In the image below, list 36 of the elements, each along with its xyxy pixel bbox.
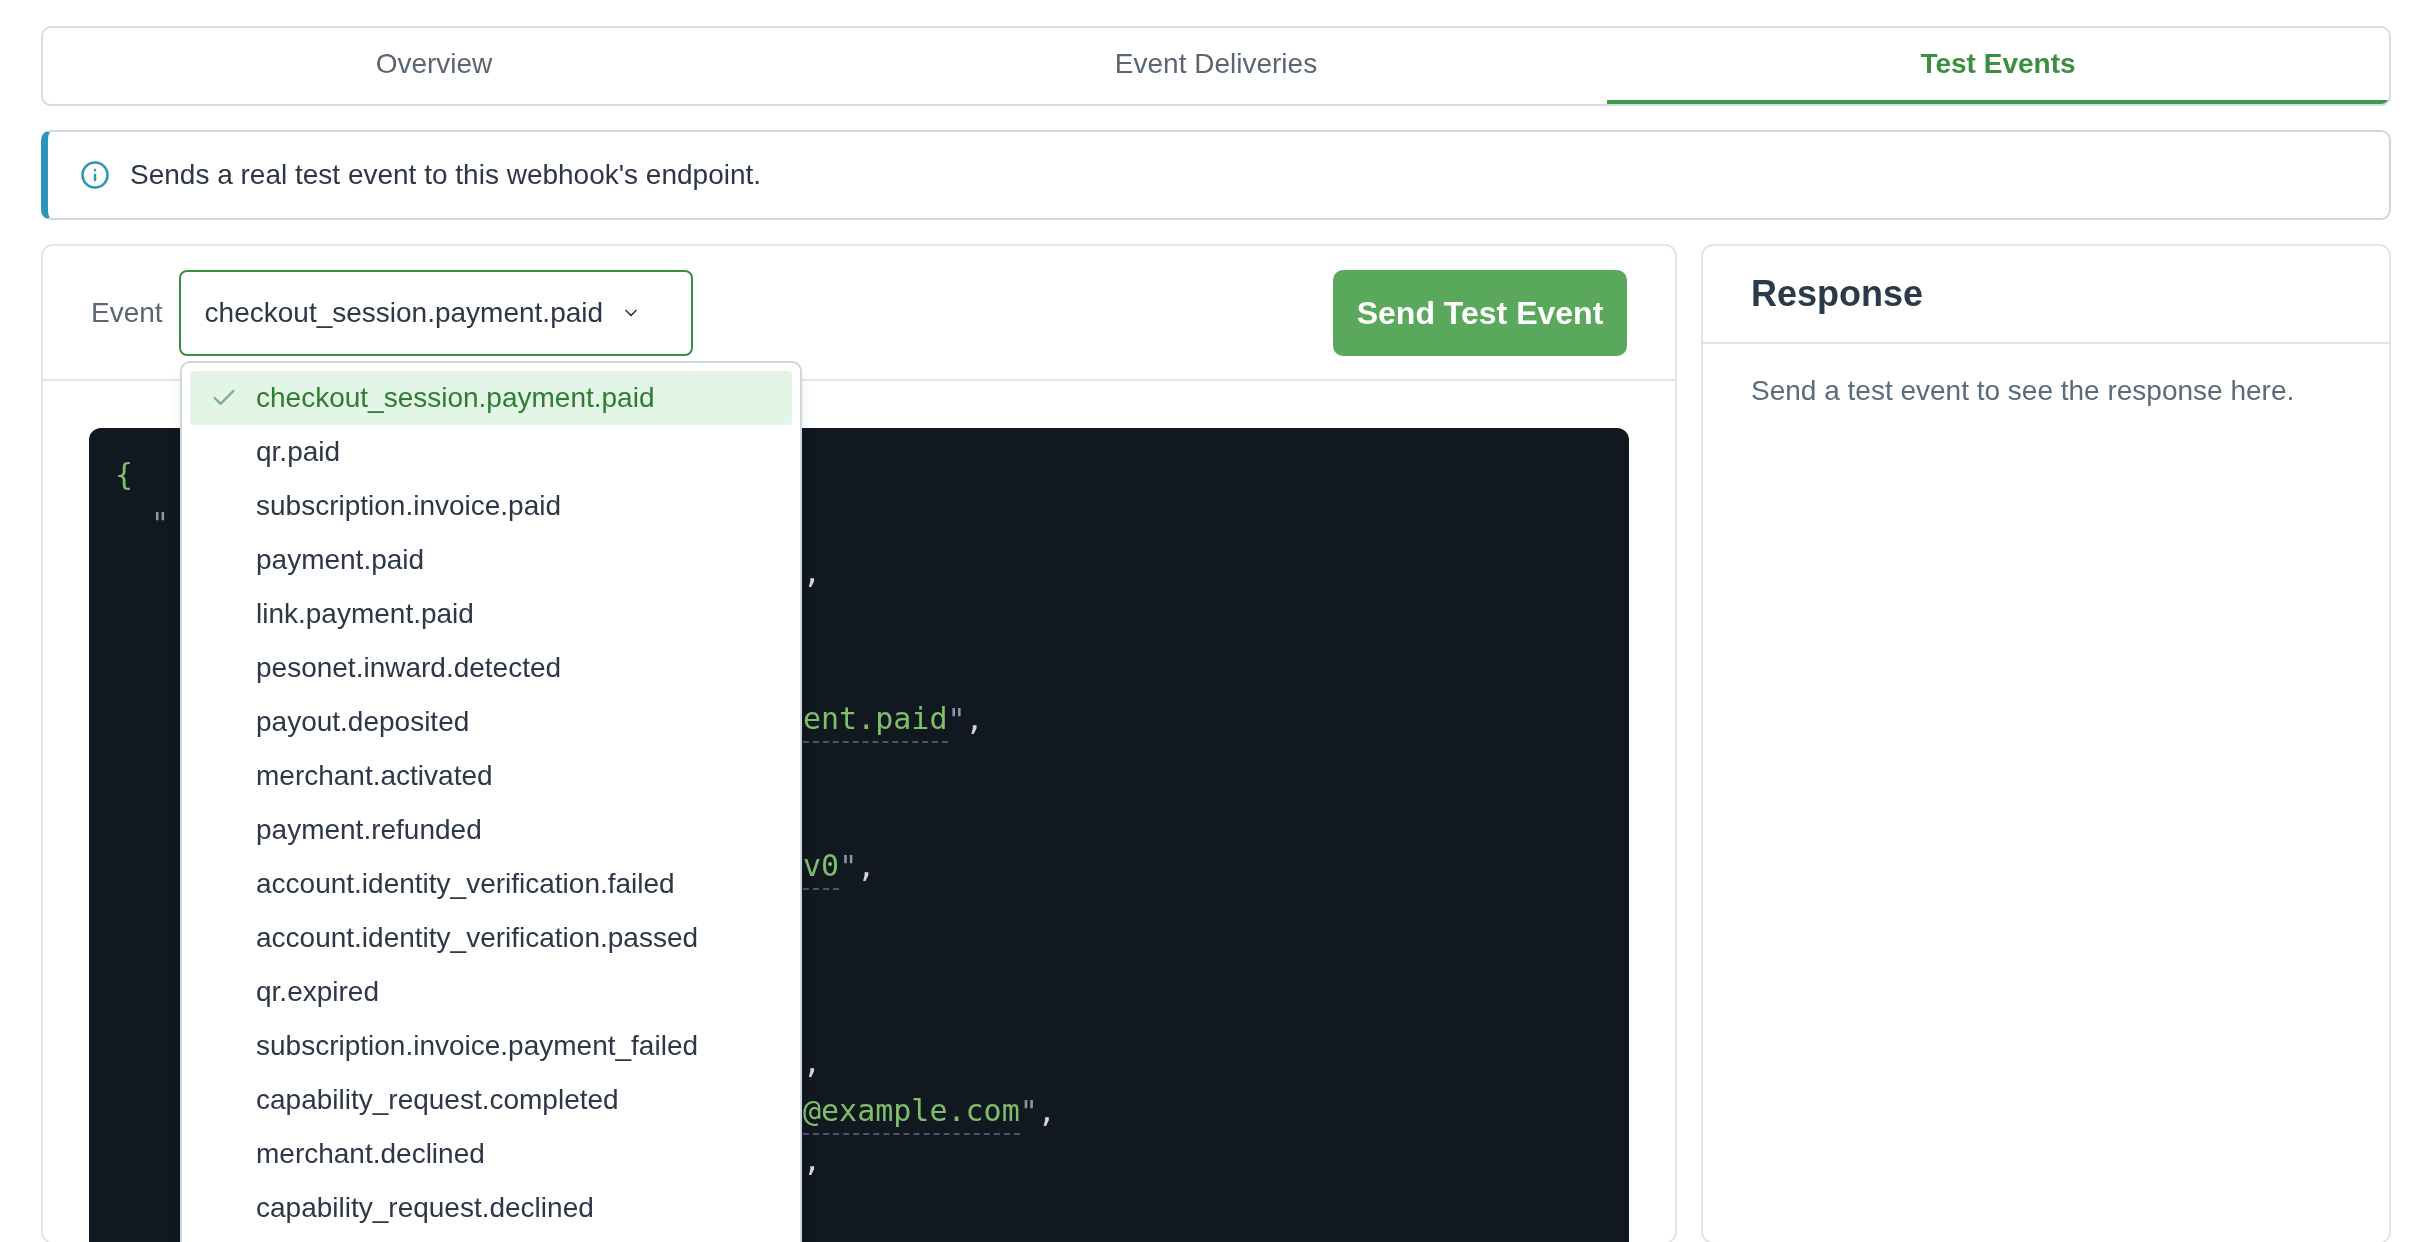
dropdown-option[interactable]: checkout_session.payment.paid (190, 371, 792, 425)
dropdown-option[interactable]: merchant.declined (190, 1127, 792, 1181)
dropdown-option[interactable]: account.identity_verification.failed (190, 857, 792, 911)
dropdown-option[interactable]: qr.expired (190, 965, 792, 1019)
dropdown-option[interactable]: capability_request.declined (190, 1181, 792, 1235)
event-label: Event (91, 295, 163, 330)
dropdown-option[interactable]: payment.paid (190, 533, 792, 587)
code-token: , (803, 1044, 822, 1082)
code-token: " (1019, 1093, 1038, 1131)
code-token: " (839, 848, 858, 886)
dropdown-option[interactable]: payment.refunded (190, 803, 792, 857)
info-icon (80, 160, 110, 190)
response-title: Response (1751, 272, 1924, 316)
dropdown-option[interactable]: pesonet.inward.detected (190, 641, 792, 695)
dropdown-option[interactable]: account.identity_verification.passed (190, 911, 792, 965)
code-token: " (151, 505, 170, 543)
dropdown-option[interactable]: payout.deposited (190, 695, 792, 749)
code-token: , (1037, 1093, 1056, 1131)
response-message: Send a test event to see the response here. (1751, 375, 2295, 406)
dropdown-option[interactable]: qr.paid (190, 425, 792, 479)
code-token: , (965, 701, 984, 739)
code-token: { (115, 456, 134, 494)
dropdown-option[interactable]: subscription.invoice.paid (190, 479, 792, 533)
dropdown-option[interactable]: link.payment.paid (190, 587, 792, 641)
code-token: , (803, 554, 822, 592)
code-token: " (947, 701, 966, 739)
tab[interactable]: Event Deliveries (825, 28, 1607, 104)
code-token: , (857, 848, 876, 886)
event-select[interactable]: checkout_session.payment.paid (178, 269, 693, 356)
dropdown-option[interactable]: merchant.activated (190, 749, 792, 803)
code-token: , (803, 1142, 822, 1180)
dropdown-option[interactable]: subscription.invoice.payment_failed (190, 1019, 792, 1073)
dropdown-option[interactable]: capability_request.completed (190, 1073, 792, 1127)
tab[interactable]: Overview (43, 28, 825, 104)
info-text: Sends a real test event to this webhook's endpoint. (130, 158, 762, 192)
tab[interactable]: Test Events (1607, 28, 2389, 104)
